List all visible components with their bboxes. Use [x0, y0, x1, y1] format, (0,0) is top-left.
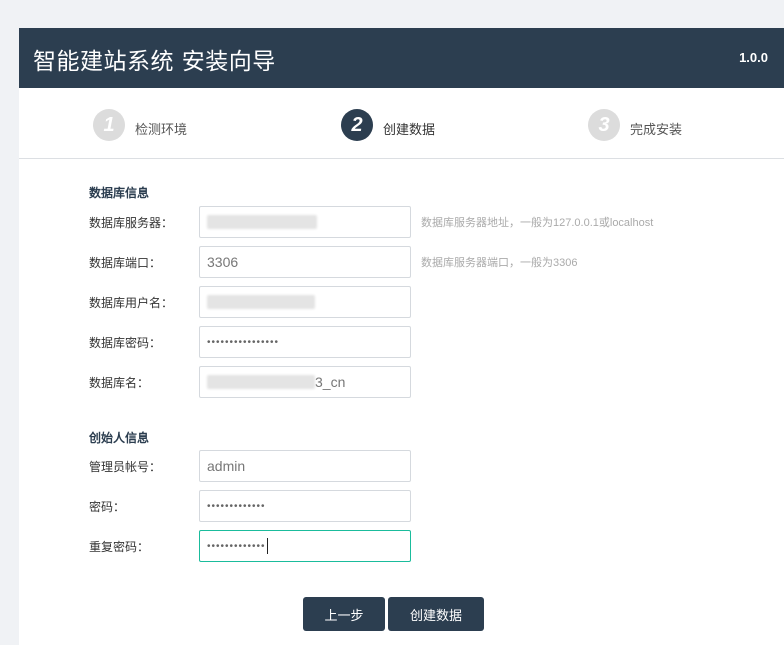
db-password-row: 数据库密码： ••••••••••••••••	[89, 325, 411, 359]
admin-account-value: admin	[207, 458, 246, 474]
db-section-title: 数据库信息	[89, 186, 150, 200]
admin-repeat-password-input[interactable]: •••••••••••••	[199, 530, 411, 562]
text-caret	[266, 538, 268, 554]
db-port-label: 数据库端口：	[89, 255, 162, 270]
page-title: 智能建站系统 安装向导	[33, 49, 276, 75]
step-3-label: 完成安装	[630, 122, 683, 138]
db-server-hint: 数据库服务器地址，一般为127.0.0.1或localhost	[421, 217, 654, 229]
step-2-label: 创建数据	[383, 122, 436, 138]
db-name-row: 数据库名： 3_cn	[89, 365, 411, 399]
db-name-suffix: 3_cn	[315, 374, 346, 390]
step-2-number: 2	[341, 109, 373, 141]
step-1-label: 检测环境	[135, 122, 188, 138]
admin-password-mask: •••••••••••••	[207, 500, 266, 512]
db-password-mask: ••••••••••••••••	[207, 336, 280, 348]
db-user-label: 数据库用户名：	[89, 295, 174, 310]
redacted-value	[207, 295, 315, 309]
db-port-row: 数据库端口： 3306 数据库服务器端口，一般为3306	[89, 245, 577, 279]
db-port-input[interactable]: 3306	[199, 246, 411, 278]
step-1: 1 检测环境	[93, 109, 187, 141]
db-user-row: 数据库用户名：	[89, 285, 411, 319]
admin-account-label: 管理员帐号：	[89, 459, 162, 474]
admin-repeat-row: 重复密码： •••••••••••••	[89, 529, 411, 563]
db-server-row: 数据库服务器： 数据库服务器地址，一般为127.0.0.1或localhost	[89, 205, 653, 239]
version-label: 1.0.0	[739, 50, 768, 65]
db-password-input[interactable]: ••••••••••••••••	[199, 326, 411, 358]
redacted-value	[207, 215, 317, 229]
db-user-input[interactable]	[199, 286, 411, 318]
create-data-button[interactable]: 创建数据	[388, 597, 484, 631]
prev-step-button[interactable]: 上一步	[303, 597, 385, 631]
db-port-value: 3306	[207, 254, 239, 270]
admin-repeat-label: 重复密码：	[89, 539, 150, 554]
step-2: 2 创建数据	[341, 109, 435, 141]
admin-account-row: 管理员帐号： admin	[89, 449, 411, 483]
installer-page: 智能建站系统 安装向导 1.0.0 1 检测环境 2 创建数据 3 完成安装 数…	[19, 28, 784, 645]
admin-password-input[interactable]: •••••••••••••	[199, 490, 411, 522]
step-1-number: 1	[93, 109, 125, 141]
redacted-value	[207, 375, 315, 389]
db-port-hint: 数据库服务器端口，一般为3306	[421, 257, 578, 269]
admin-repeat-mask: •••••••••••••	[207, 540, 266, 552]
step-indicator: 1 检测环境 2 创建数据 3 完成安装	[19, 88, 784, 159]
admin-password-row: 密码： •••••••••••••	[89, 489, 411, 523]
step-3: 3 完成安装	[588, 109, 682, 141]
admin-account-input[interactable]: admin	[199, 450, 411, 482]
db-server-label: 数据库服务器：	[89, 215, 174, 230]
admin-password-label: 密码：	[89, 499, 126, 514]
db-name-label: 数据库名：	[89, 375, 150, 390]
db-name-input[interactable]: 3_cn	[199, 366, 411, 398]
admin-section-title: 创始人信息	[89, 431, 150, 445]
installer-header: 智能建站系统 安装向导 1.0.0	[19, 28, 784, 88]
db-server-input[interactable]	[199, 206, 411, 238]
db-password-label: 数据库密码：	[89, 335, 162, 350]
step-3-number: 3	[588, 109, 620, 141]
